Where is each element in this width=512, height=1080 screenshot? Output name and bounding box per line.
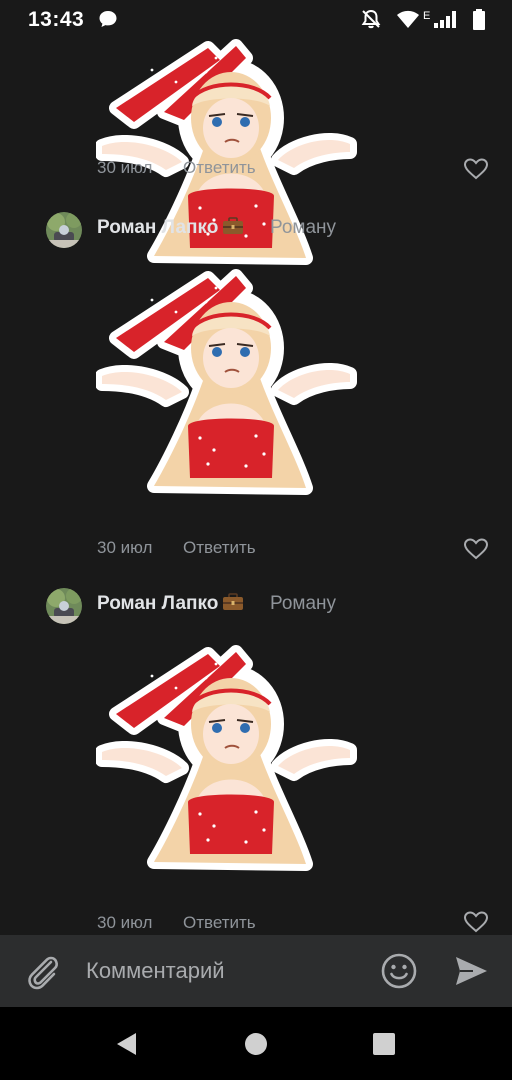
network-type-label: E xyxy=(423,10,430,22)
comment-date: 30 июл xyxy=(97,538,153,557)
status-bar: 13:43 E xyxy=(0,0,512,38)
reply-button[interactable]: Ответить xyxy=(183,158,256,178)
heart-icon[interactable] xyxy=(463,157,489,181)
avatar[interactable] xyxy=(46,212,82,248)
mute-icon xyxy=(360,8,382,35)
status-time: 13:43 xyxy=(28,8,85,31)
comment-date: 30 июл xyxy=(97,913,153,932)
battery-icon xyxy=(472,9,486,36)
heart-icon[interactable] xyxy=(463,910,489,934)
message-icon xyxy=(98,9,118,34)
wifi-icon xyxy=(396,10,420,35)
author-name[interactable]: Роман Лапко xyxy=(97,217,218,239)
smiley-icon[interactable] xyxy=(380,952,418,990)
comments-feed[interactable]: 30 июл Ответить Роман Лапко Роману 30 ию… xyxy=(0,38,512,935)
reply-button[interactable]: Ответить xyxy=(183,913,256,933)
briefcase-icon xyxy=(222,217,244,235)
paperclip-icon[interactable] xyxy=(24,953,62,991)
sticker-image[interactable] xyxy=(96,642,360,874)
sticker-image[interactable] xyxy=(96,266,360,498)
send-icon[interactable] xyxy=(453,953,489,989)
heart-icon[interactable] xyxy=(463,537,489,561)
back-icon[interactable] xyxy=(114,1031,140,1057)
reply-to-name[interactable]: Роману xyxy=(270,217,336,239)
system-nav-bar xyxy=(0,1007,512,1080)
comment-date: 30 июл xyxy=(97,158,153,177)
comment-composer xyxy=(0,935,512,1007)
signal-icon: E xyxy=(422,8,464,35)
author-name[interactable]: Роман Лапко xyxy=(97,593,218,615)
recents-icon[interactable] xyxy=(372,1032,396,1056)
briefcase-icon xyxy=(222,593,244,611)
avatar[interactable] xyxy=(46,588,82,624)
reply-button[interactable]: Ответить xyxy=(183,538,256,558)
comment-input[interactable] xyxy=(86,953,366,989)
reply-to-name[interactable]: Роману xyxy=(270,593,336,615)
home-icon[interactable] xyxy=(244,1032,268,1056)
